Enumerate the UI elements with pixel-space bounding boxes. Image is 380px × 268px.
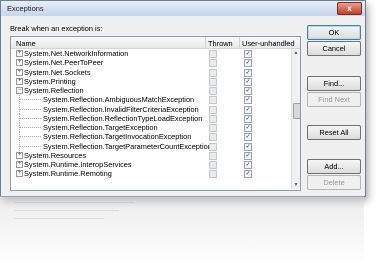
user-unhandled-checkbox[interactable]: ✓ — [244, 77, 252, 86]
column-header-thrown[interactable]: Thrown — [208, 39, 233, 48]
tree-line — [19, 136, 41, 138]
cancel-button[interactable]: Cancel — [307, 41, 361, 56]
user-unhandled-checkbox[interactable]: ✓ — [244, 161, 252, 169]
exception-name[interactable]: System.Resources — [24, 151, 86, 160]
user-unhandled-checkbox[interactable]: ✓ — [244, 124, 252, 132]
table-row[interactable]: System.Reflection.TargetException ✓ — [11, 123, 291, 132]
table-row[interactable]: + System.Printing ✓ — [11, 77, 291, 86]
tree-line — [19, 145, 41, 147]
user-unhandled-checkbox[interactable]: ✓ — [244, 87, 252, 95]
user-unhandled-checkbox[interactable]: ✓ — [244, 170, 252, 179]
find-button[interactable]: Find... — [307, 76, 361, 91]
thrown-checkbox[interactable] — [209, 170, 217, 179]
close-button[interactable]: x — [337, 2, 362, 15]
exception-name[interactable]: System.Reflection.TargetException — [43, 123, 158, 132]
tree-line — [19, 117, 41, 119]
thrown-checkbox[interactable] — [209, 68, 217, 77]
table-row[interactable]: + System.Net.PeerToPeer ✓ — [11, 58, 291, 68]
expand-icon[interactable]: + — [16, 161, 23, 168]
exception-name[interactable]: System.Net.Sockets — [24, 68, 91, 77]
exception-name[interactable]: System.Printing — [24, 77, 76, 86]
table-row[interactable]: + System.Resources ✓ — [11, 151, 291, 160]
table-row[interactable]: − System.Reflection ✓ — [11, 86, 291, 95]
collapse-icon[interactable]: − — [16, 87, 23, 94]
user-unhandled-checkbox[interactable]: ✓ — [244, 142, 252, 151]
expand-icon[interactable]: + — [16, 151, 23, 159]
dialog-reflection — [0, 196, 364, 268]
table-row[interactable]: System.Reflection.InvalidFilterCriteriaE… — [11, 104, 291, 114]
user-unhandled-checkbox[interactable]: ✓ — [244, 114, 252, 123]
expand-icon[interactable]: + — [16, 50, 23, 57]
expand-icon[interactable]: + — [16, 59, 23, 67]
user-unhandled-checkbox[interactable]: ✓ — [244, 50, 252, 58]
find-next-button[interactable]: Find Next — [307, 92, 361, 107]
expand-icon[interactable]: + — [16, 170, 23, 178]
reflection-line — [14, 210, 119, 211]
exception-name[interactable]: System.Reflection.TargetParameterCountEx… — [43, 142, 212, 151]
add-button[interactable]: Add... — [307, 159, 361, 174]
exception-name[interactable]: System.Net.NetworkInformation — [24, 49, 128, 58]
thrown-checkbox[interactable] — [209, 77, 217, 86]
table-row[interactable]: System.Reflection.TargetParameterCountEx… — [11, 141, 291, 151]
user-unhandled-checkbox[interactable]: ✓ — [244, 68, 252, 77]
exceptions-dialog: Exceptions x Break when an exception is:… — [0, 0, 366, 197]
thrown-checkbox[interactable] — [209, 151, 217, 160]
exception-name[interactable]: System.Runtime.Remoting — [24, 169, 112, 178]
thrown-checkbox[interactable] — [209, 59, 217, 68]
expand-icon[interactable]: + — [16, 77, 23, 85]
table-row[interactable]: + System.Runtime.InteropServices ✓ — [11, 160, 291, 169]
reset-all-button[interactable]: Reset All — [307, 125, 361, 140]
reflection-line — [14, 218, 104, 219]
thrown-checkbox[interactable] — [209, 114, 217, 123]
grid-header: Name Thrown User-unhandled — [11, 37, 300, 49]
thrown-checkbox[interactable] — [209, 142, 217, 151]
scroll-up-icon[interactable]: ▲ — [293, 50, 299, 56]
exception-name[interactable]: System.Runtime.InteropServices — [24, 160, 132, 169]
thrown-checkbox[interactable] — [209, 124, 217, 132]
column-divider[interactable] — [239, 37, 240, 48]
user-unhandled-checkbox[interactable]: ✓ — [244, 59, 252, 68]
tree-line — [19, 99, 41, 101]
thrown-checkbox[interactable] — [209, 105, 217, 114]
expand-icon[interactable]: + — [16, 68, 23, 76]
tree-line — [19, 108, 41, 110]
column-header-user-unhandled[interactable]: User-unhandled — [242, 39, 295, 48]
delete-button[interactable]: Delete — [307, 175, 361, 190]
table-row[interactable]: + System.Net.NetworkInformation ✓ — [11, 49, 291, 58]
thrown-checkbox[interactable] — [209, 96, 217, 105]
user-unhandled-checkbox[interactable]: ✓ — [244, 133, 252, 142]
break-label: Break when an exception is: — [10, 24, 103, 33]
table-row[interactable]: System.Reflection.TargetInvocationExcept… — [11, 132, 291, 142]
table-row[interactable]: System.Reflection.ReflectionTypeLoadExce… — [11, 113, 291, 123]
thrown-checkbox[interactable] — [209, 161, 217, 169]
window-title: Exceptions — [7, 4, 44, 13]
exception-name[interactable]: System.Reflection — [24, 86, 84, 95]
table-row[interactable]: + System.Runtime.Remoting ✓ — [11, 169, 291, 179]
thrown-checkbox[interactable] — [209, 87, 217, 95]
exception-name[interactable]: System.Reflection.AmbiguousMatchExceptio… — [43, 95, 194, 104]
scroll-thumb[interactable] — [293, 103, 300, 119]
exception-name[interactable]: System.Net.PeerToPeer — [24, 58, 103, 67]
scroll-down-icon[interactable]: ▼ — [293, 182, 299, 188]
title-bar[interactable]: Exceptions x — [1, 1, 365, 16]
thrown-checkbox[interactable] — [209, 50, 217, 58]
exception-name[interactable]: System.Reflection.TargetInvocationExcept… — [43, 132, 191, 141]
table-row[interactable]: + System.Net.Sockets ✓ — [11, 68, 291, 77]
thrown-checkbox[interactable] — [209, 133, 217, 142]
ok-button[interactable]: OK — [307, 25, 361, 40]
vertical-scrollbar[interactable]: ▲ ▼ — [291, 49, 300, 189]
reflection-line — [14, 202, 134, 203]
user-unhandled-checkbox[interactable]: ✓ — [244, 96, 252, 105]
column-header-name[interactable]: Name — [16, 39, 36, 48]
user-unhandled-checkbox[interactable]: ✓ — [244, 151, 252, 160]
column-divider[interactable] — [205, 37, 206, 48]
exception-name[interactable]: System.Reflection.ReflectionTypeLoadExce… — [43, 114, 202, 123]
user-unhandled-checkbox[interactable]: ✓ — [244, 105, 252, 114]
tree-line — [19, 127, 41, 128]
exceptions-grid: Name Thrown User-unhandled + System.Net.N… — [10, 36, 301, 191]
table-row[interactable]: System.Reflection.AmbiguousMatchExceptio… — [11, 95, 291, 105]
exception-rows: + System.Net.NetworkInformation ✓ + System.N… — [11, 49, 291, 179]
exception-name[interactable]: System.Reflection.InvalidFilterCriteriaE… — [43, 105, 199, 114]
